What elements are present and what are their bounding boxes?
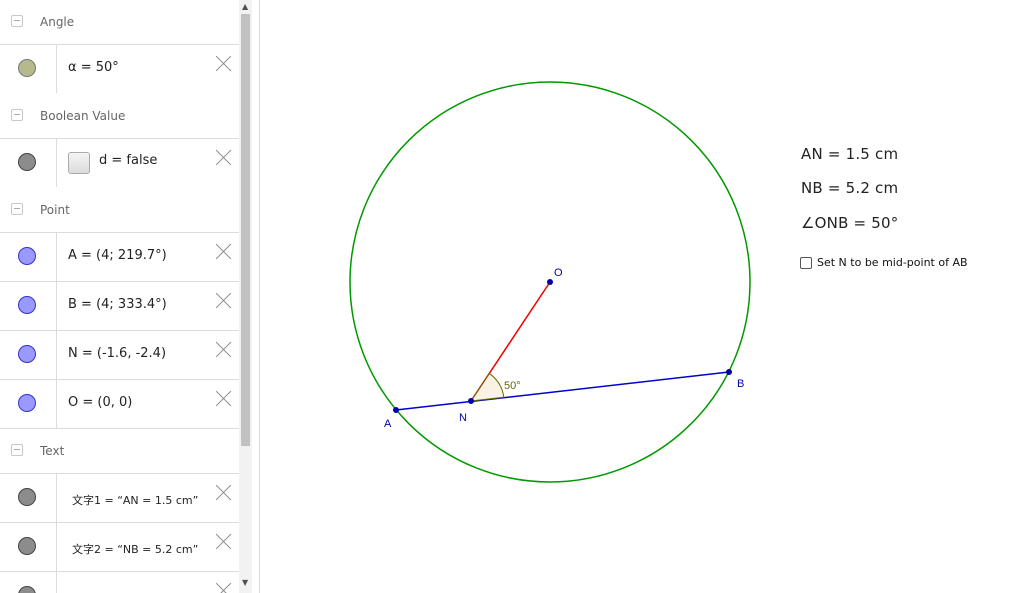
point-N[interactable] — [468, 398, 474, 404]
view-splitter[interactable] — [252, 0, 260, 593]
midpoint-checkbox[interactable] — [800, 256, 812, 269]
collapse-point-toggle[interactable] — [11, 203, 23, 215]
algebra-row-N[interactable]: N = (-1.6, -2.4) — [0, 330, 239, 379]
algebra-row-B[interactable]: B = (4; 333.4°) — [0, 281, 239, 330]
algebra-row-text2[interactable]: 文字2 = “NB = 5.2 cm” — [0, 522, 239, 571]
visibility-toggle-text2[interactable] — [0, 523, 57, 571]
marble-icon — [18, 394, 36, 412]
marble-icon — [18, 488, 36, 506]
algebra-row-O[interactable]: O = (0, 0) — [0, 379, 239, 429]
visibility-toggle-d[interactable] — [0, 139, 57, 187]
algebra-value-N[interactable]: N = (-1.6, -2.4) — [68, 346, 166, 361]
group-text: Text — [0, 429, 239, 473]
group-point: Point — [0, 188, 239, 232]
marble-icon — [18, 345, 36, 363]
algebra-row-text1[interactable]: 文字1 = “AN = 1.5 cm” — [0, 473, 239, 522]
point-label-N: N — [459, 412, 467, 424]
midpoint-checkbox-row[interactable]: Set N to be mid-point of AB — [800, 256, 968, 269]
algebra-value-text1[interactable]: 文字1 = “AN = 1.5 cm” — [72, 492, 198, 508]
visibility-toggle-N[interactable] — [0, 331, 57, 379]
delete-icon[interactable] — [214, 388, 234, 408]
marble-icon — [18, 296, 36, 314]
algebra-value-alpha[interactable]: α = 50° — [68, 60, 119, 75]
group-angle-label: Angle — [40, 15, 75, 29]
graphics-view[interactable]: O A B N 50° — [260, 0, 1015, 593]
scroll-up-icon[interactable]: ▲ — [242, 2, 248, 11]
marble-icon — [18, 59, 36, 77]
scrollbar-thumb[interactable] — [241, 14, 250, 446]
point-label-B: B — [737, 378, 744, 390]
text-NB[interactable]: NB = 5.2 cm — [801, 179, 898, 197]
point-A[interactable] — [393, 407, 399, 413]
point-O[interactable] — [547, 279, 553, 285]
delete-icon[interactable] — [214, 53, 234, 73]
algebra-value-text2[interactable]: 文字2 = “NB = 5.2 cm” — [72, 541, 198, 557]
group-angle: Angle — [0, 0, 239, 44]
algebra-row-d[interactable]: d = false — [0, 138, 239, 187]
delete-icon[interactable] — [214, 580, 234, 593]
collapse-text-toggle[interactable] — [11, 444, 23, 456]
point-B[interactable] — [726, 369, 732, 375]
delete-icon[interactable] — [214, 339, 234, 359]
marble-icon — [18, 247, 36, 265]
delete-icon[interactable] — [214, 482, 234, 502]
algebra-value-B[interactable]: B = (4; 333.4°) — [68, 297, 167, 312]
point-label-O: O — [554, 267, 563, 279]
visibility-toggle-text1[interactable] — [0, 474, 57, 522]
group-boolean-label: Boolean Value — [40, 109, 126, 123]
visibility-toggle-alpha[interactable] — [0, 45, 57, 93]
visibility-toggle-partial[interactable] — [0, 572, 57, 593]
segment-AB[interactable] — [395, 371, 730, 411]
visibility-toggle-O[interactable] — [0, 380, 57, 428]
algebra-scrollbar[interactable]: ▲ ▼ — [239, 0, 252, 593]
delete-icon[interactable] — [214, 290, 234, 310]
delete-icon[interactable] — [214, 147, 234, 167]
algebra-value-d[interactable]: d = false — [99, 153, 157, 168]
algebra-value-A[interactable]: A = (4; 219.7°) — [68, 248, 167, 263]
group-boolean: Boolean Value — [0, 94, 239, 138]
point-label-A: A — [384, 418, 392, 430]
marble-icon — [18, 537, 36, 555]
delete-icon[interactable] — [214, 531, 234, 551]
scroll-down-icon[interactable]: ▼ — [242, 578, 248, 587]
angle-label: 50° — [504, 380, 521, 392]
boolean-checkbox-d[interactable] — [68, 152, 90, 174]
algebra-view: Angle α = 50° Boolean Value d = false Po… — [0, 0, 239, 593]
collapse-angle-toggle[interactable] — [11, 15, 23, 27]
delete-icon[interactable] — [214, 241, 234, 261]
algebra-row-alpha[interactable]: α = 50° — [0, 44, 239, 93]
algebra-value-O[interactable]: O = (0, 0) — [68, 395, 132, 410]
group-text-label: Text — [40, 444, 65, 458]
angle-ONB-marker[interactable] — [469, 372, 505, 402]
midpoint-checkbox-label[interactable]: Set N to be mid-point of AB — [817, 256, 968, 269]
marble-icon — [18, 586, 36, 593]
collapse-boolean-toggle[interactable] — [11, 109, 23, 121]
group-point-label: Point — [40, 203, 70, 217]
construction-canvas[interactable]: O A B N 50° — [260, 0, 1015, 593]
marble-icon — [18, 153, 36, 171]
algebra-row-partial[interactable] — [0, 571, 239, 593]
visibility-toggle-A[interactable] — [0, 233, 57, 281]
text-AN[interactable]: AN = 1.5 cm — [801, 145, 898, 163]
visibility-toggle-B[interactable] — [0, 282, 57, 330]
algebra-row-A[interactable]: A = (4; 219.7°) — [0, 232, 239, 281]
text-angle-ONB[interactable]: ∠ONB = 50° — [801, 214, 898, 232]
